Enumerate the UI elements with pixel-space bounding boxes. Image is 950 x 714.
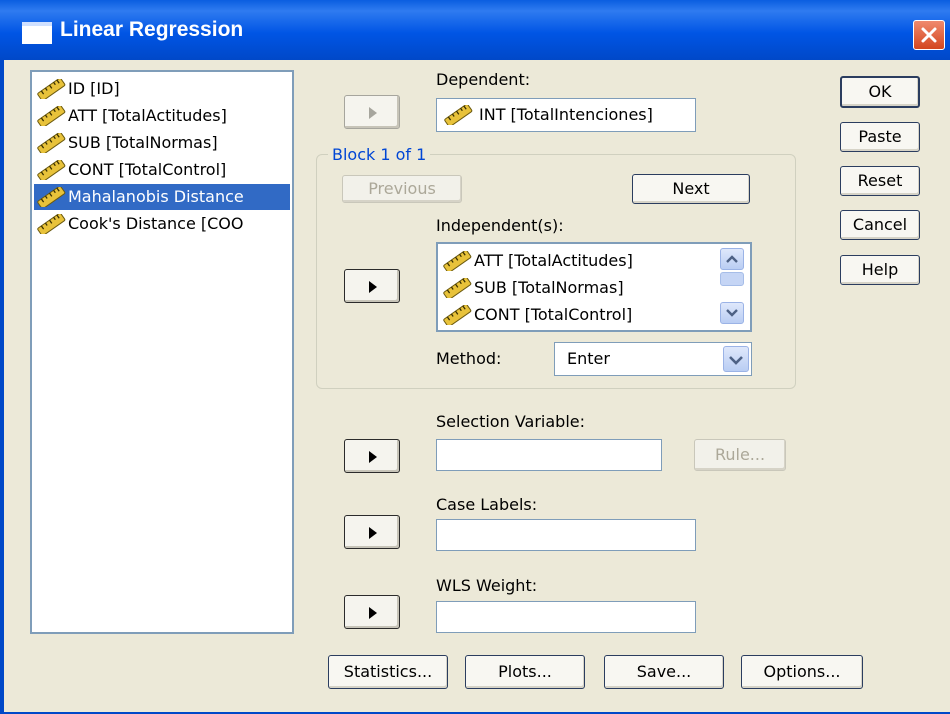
block-legend: Block 1 of 1 <box>328 145 431 164</box>
scale-variable-icon <box>443 305 472 325</box>
list-item-label: ATT [TotalActitudes] <box>68 106 227 125</box>
list-item-label: CONT [TotalControl] <box>68 160 227 179</box>
wls-weight-label: WLS Weight: <box>436 576 538 595</box>
method-label: Method: <box>436 349 502 368</box>
close-icon <box>921 27 937 43</box>
save-button-label: Save... <box>636 662 692 681</box>
list-item[interactable]: ID [ID] <box>34 76 290 102</box>
help-button[interactable]: Help <box>840 255 920 285</box>
next-button-label: Next <box>672 179 710 198</box>
title-bar[interactable]: Linear Regression <box>0 0 950 60</box>
list-item[interactable]: SUB [TotalNormas] <box>34 130 290 156</box>
scale-variable-icon <box>37 160 66 180</box>
statistics-button-label: Statistics... <box>343 662 433 681</box>
move-to-wls-weight-button[interactable] <box>344 595 400 629</box>
plots-button[interactable]: Plots... <box>465 655 585 689</box>
scale-variable-icon <box>443 278 472 298</box>
scale-variable-icon <box>443 251 472 271</box>
method-dropdown-button[interactable] <box>723 346 749 372</box>
save-button[interactable]: Save... <box>604 655 724 689</box>
reset-button[interactable]: Reset <box>840 166 920 196</box>
arrow-right-icon <box>369 607 377 619</box>
chevron-down-icon <box>726 309 738 317</box>
arrow-right-icon <box>369 451 377 463</box>
independents-label: Independent(s): <box>436 216 564 235</box>
variable-list[interactable]: ID [ID] ATT [TotalActitudes] SUB [TotalNor… <box>30 70 294 634</box>
list-item-label: ID [ID] <box>68 79 120 98</box>
list-item[interactable]: Cook's Distance [COO <box>34 211 290 237</box>
selection-variable-field[interactable] <box>436 439 662 471</box>
window-title: Linear Regression <box>60 18 244 41</box>
paste-button-label: Paste <box>858 127 902 146</box>
list-item[interactable]: ATT [TotalActitudes] <box>440 248 710 274</box>
case-labels-label: Case Labels: <box>436 495 538 514</box>
reset-button-label: Reset <box>857 171 903 190</box>
rule-button[interactable]: Rule... <box>694 439 786 471</box>
scale-variable-icon <box>37 133 66 153</box>
scroll-down-button[interactable] <box>720 302 744 324</box>
cancel-button-label: Cancel <box>852 215 908 234</box>
dependent-field[interactable]: INT [TotalIntenciones] <box>436 98 696 132</box>
list-item-label: SUB [TotalNormas] <box>68 133 218 152</box>
ok-button-label: OK <box>868 82 892 101</box>
scale-variable-icon <box>444 105 473 125</box>
arrow-right-icon <box>369 281 377 293</box>
dependent-label: Dependent: <box>436 70 531 89</box>
chevron-up-icon <box>726 255 738 263</box>
list-item-label: CONT [TotalControl] <box>474 305 633 324</box>
list-item[interactable]: ATT [TotalActitudes] <box>34 103 290 129</box>
window-border <box>0 60 4 714</box>
statistics-button[interactable]: Statistics... <box>328 655 448 689</box>
cancel-button[interactable]: Cancel <box>840 210 920 240</box>
help-button-label: Help <box>861 260 899 279</box>
move-to-independents-button[interactable] <box>344 269 400 303</box>
method-value: Enter <box>567 349 610 368</box>
scale-variable-icon <box>37 79 66 99</box>
scale-variable-icon <box>37 106 66 126</box>
dependent-value: INT [TotalIntenciones] <box>479 105 653 124</box>
list-item[interactable]: Mahalanobis Distance <box>34 184 290 210</box>
scroll-thumb[interactable] <box>720 272 744 286</box>
arrow-right-icon <box>369 527 377 539</box>
move-to-dependent-button[interactable] <box>344 95 400 129</box>
paste-button[interactable]: Paste <box>840 122 920 152</box>
list-item-label: ATT [TotalActitudes] <box>474 251 633 270</box>
previous-button-label: Previous <box>368 179 436 198</box>
scale-variable-icon <box>37 214 66 234</box>
window-icon <box>22 22 52 44</box>
next-button[interactable]: Next <box>632 174 750 204</box>
scale-variable-icon <box>37 187 66 207</box>
selection-variable-label: Selection Variable: <box>436 412 585 431</box>
list-item[interactable]: SUB [TotalNormas] <box>440 275 710 301</box>
list-item[interactable]: CONT [TotalControl] <box>34 157 290 183</box>
arrow-right-icon <box>369 107 377 119</box>
chevron-down-icon <box>729 356 743 365</box>
list-item[interactable]: CONT [TotalControl] <box>440 302 710 328</box>
independents-list[interactable]: ATT [TotalActitudes] SUB [TotalNormas] CON… <box>436 242 752 332</box>
options-button[interactable]: Options... <box>741 655 863 689</box>
list-item-label: SUB [TotalNormas] <box>474 278 624 297</box>
rule-button-label: Rule... <box>714 445 766 464</box>
ok-button[interactable]: OK <box>840 76 920 108</box>
wls-weight-field[interactable] <box>436 601 696 633</box>
list-item-label: Cook's Distance [COO <box>68 214 244 233</box>
close-button[interactable] <box>913 20 945 50</box>
list-item-label: Mahalanobis Distance <box>68 187 244 206</box>
plots-button-label: Plots... <box>498 662 552 681</box>
scroll-up-button[interactable] <box>720 248 744 270</box>
case-labels-field[interactable] <box>436 519 696 551</box>
options-button-label: Options... <box>763 662 841 681</box>
previous-button[interactable]: Previous <box>342 175 462 203</box>
move-to-selection-variable-button[interactable] <box>344 439 400 473</box>
move-to-case-labels-button[interactable] <box>344 515 400 549</box>
method-select[interactable]: Enter <box>554 342 752 376</box>
